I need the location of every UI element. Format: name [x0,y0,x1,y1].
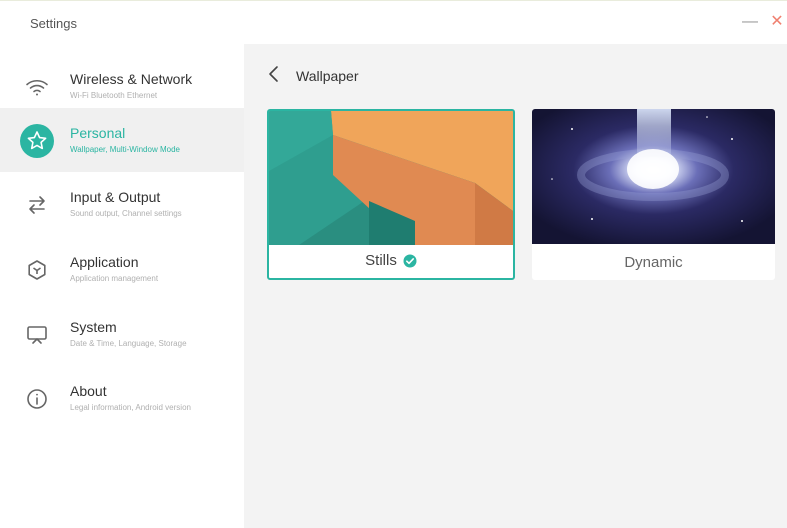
chevron-left-icon [269,66,278,82]
sidebar-item-about[interactable]: About Legal information, Android version [0,366,244,430]
sidebar-item-label: Input & Output [70,189,161,205]
minimize-button[interactable]: — [741,12,759,32]
hexagon-icon [20,253,54,287]
back-button[interactable] [266,64,282,84]
main-panel: Wallpaper Stills Dynamic [244,44,787,528]
sidebar-item-label: System [70,319,117,335]
wallpaper-card-dynamic[interactable]: Dynamic [532,109,775,280]
card-caption: Stills [269,243,513,278]
sidebar-item-application[interactable]: Application Application management [0,237,244,301]
sidebar-item-label: Personal [70,125,126,141]
sidebar-item-subtitle: Wallpaper, Multi-Window Mode [70,145,180,154]
info-icon [20,382,54,416]
sidebar-item-label: Application [70,254,139,270]
card-label: Dynamic [624,254,683,271]
card-label: Stills [365,252,397,269]
sidebar-item-input-output[interactable]: Input & Output Sound output, Channel set… [0,172,244,236]
sidebar-item-label: Wireless & Network [70,71,193,87]
title-bar: Settings — ✕ [0,0,787,44]
sidebar-item-label: About [70,383,107,399]
swap-arrows-icon [20,188,54,222]
wifi-icon [20,70,54,104]
sidebar-item-subtitle: Wi-Fi Bluetooth Ethernet [70,91,158,100]
sidebar: Wireless & Network Wi-Fi Bluetooth Ether… [0,44,244,528]
wallpaper-card-stills[interactable]: Stills [267,109,515,280]
sidebar-item-personal[interactable]: Personal Wallpaper, Multi-Window Mode [0,108,244,172]
sidebar-item-subtitle: Date & Time, Language, Storage [70,339,187,348]
close-button[interactable]: ✕ [768,12,786,32]
sidebar-item-subtitle: Legal information, Android version [70,403,191,412]
sidebar-item-system[interactable]: System Date & Time, Language, Storage [0,302,244,366]
page-title: Wallpaper [296,68,359,84]
check-circle-icon [403,254,417,267]
card-caption: Dynamic [532,245,775,280]
sidebar-item-subtitle: Sound output, Channel settings [70,209,182,218]
dynamic-preview-image [532,109,775,244]
stills-preview-image [269,111,513,245]
monitor-icon [20,318,54,352]
star-icon [20,124,54,158]
sidebar-item-subtitle: Application management [70,274,159,283]
window-title: Settings [30,16,77,31]
